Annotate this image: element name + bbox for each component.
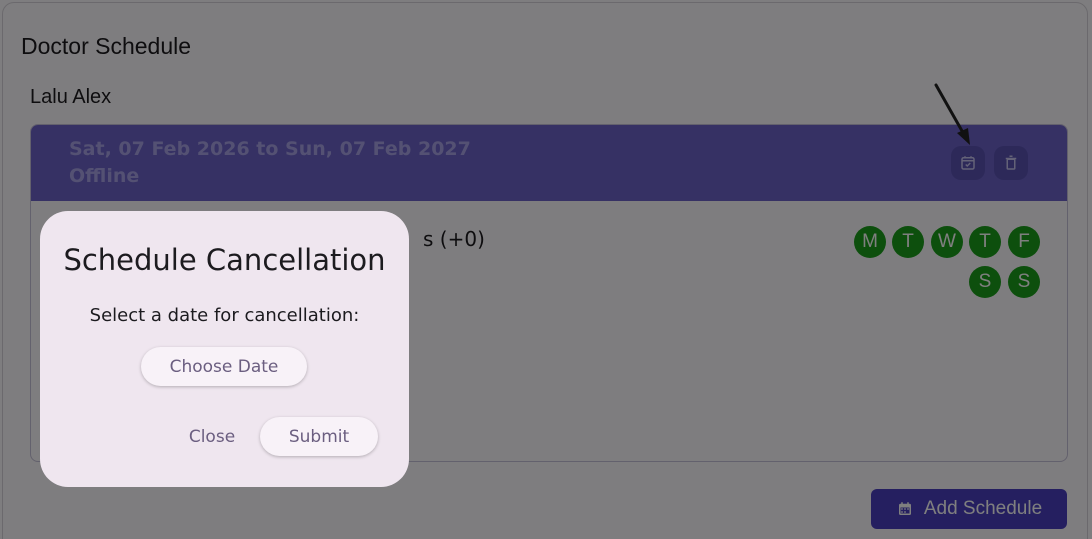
annotation-arrow-icon	[934, 83, 970, 145]
choose-date-button[interactable]: Choose Date	[141, 347, 307, 386]
close-button[interactable]: Close	[176, 417, 248, 456]
dialog-message: Select a date for cancellation:	[89, 305, 360, 326]
dialog-title: Schedule Cancellation	[63, 243, 386, 277]
submit-button[interactable]: Submit	[260, 417, 378, 456]
schedule-cancellation-dialog: Schedule Cancellation Select a date for …	[40, 211, 409, 487]
